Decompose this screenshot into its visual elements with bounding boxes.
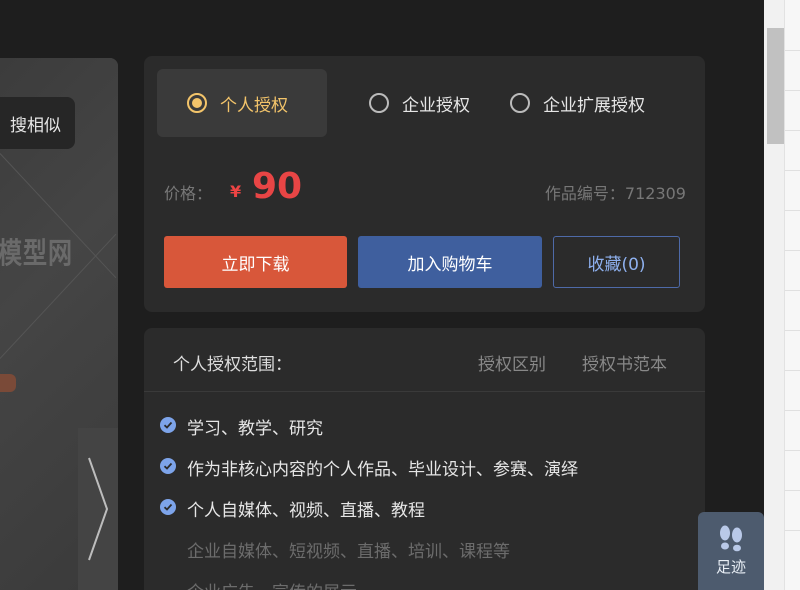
price-label: 价格： <box>164 184 213 203</box>
watermark: 模型网 <box>0 236 73 271</box>
chevron-right-icon <box>88 457 109 561</box>
license-difference-link[interactable]: 授权区别 <box>478 350 546 375</box>
price-value: 90 <box>252 166 303 207</box>
list-item: 作为非核心内容的个人作品、毕业设计、参赛、演绎 <box>160 455 578 496</box>
footprint-button[interactable]: 足迹 <box>698 512 764 590</box>
scope-item-text: 企业广告、宣传的展示 <box>187 578 357 590</box>
favorite-button[interactable]: 收藏(0) <box>553 236 680 288</box>
license-tabs: 个人授权 企业授权 企业扩展授权 <box>157 69 645 137</box>
tab-label: 个人授权 <box>220 95 288 116</box>
side-ruler <box>784 0 800 590</box>
radio-icon <box>369 93 389 113</box>
radio-icon <box>510 93 530 113</box>
check-icon <box>160 417 176 433</box>
scope-list: 学习、教学、研究 作为非核心内容的个人作品、毕业设计、参赛、演绎 个人自媒体、视… <box>160 414 578 590</box>
work-id: 作品编号：712309 <box>544 184 686 203</box>
page-scrollbar[interactable] <box>764 0 800 590</box>
footprint-label: 足迹 <box>715 558 746 576</box>
license-card: 个人授权 企业授权 企业扩展授权 价格： ¥ 90 作品编号：712309 立即… <box>144 56 705 312</box>
search-similar-button[interactable]: 搜相似 <box>0 97 75 149</box>
scrollbar-thumb[interactable] <box>767 28 784 144</box>
scope-item-text: 个人自媒体、视频、直播、教程 <box>187 501 425 521</box>
preview-image-panel[interactable]: 搜相似 模型网 <box>0 58 118 590</box>
scope-header: 个人授权范围： 授权区别 授权书范本 <box>144 328 705 392</box>
tab-enterprise-extended-license[interactable]: 企业扩展授权 <box>510 69 645 137</box>
tab-label: 企业扩展授权 <box>543 95 645 116</box>
footprints-icon <box>720 525 742 552</box>
currency-symbol: ¥ <box>230 182 242 201</box>
check-icon <box>160 458 176 474</box>
price-row: 价格： ¥ 90 作品编号：712309 <box>164 164 686 210</box>
list-item: 企业广告、宣传的展示 <box>160 578 578 590</box>
check-icon <box>160 499 176 515</box>
list-item: 个人自媒体、视频、直播、教程 <box>160 496 578 537</box>
list-item: 学习、教学、研究 <box>160 414 578 455</box>
download-button[interactable]: 立即下载 <box>164 236 347 288</box>
tab-personal-license[interactable]: 个人授权 <box>157 69 327 137</box>
scope-item-text: 作为非核心内容的个人作品、毕业设计、参赛、演绎 <box>187 460 578 480</box>
license-scope-card: 个人授权范围： 授权区别 授权书范本 学习、教学、研究 作为非核心内容的个人作品… <box>144 328 705 590</box>
tab-label: 企业授权 <box>402 95 470 116</box>
add-to-cart-button[interactable]: 加入购物车 <box>358 236 542 288</box>
list-item: 企业自媒体、短视频、直播、培训、课程等 <box>160 537 578 578</box>
scope-item-text: 企业自媒体、短视频、直播、培训、课程等 <box>187 542 510 562</box>
tab-enterprise-license[interactable]: 企业授权 <box>369 69 470 137</box>
license-sample-link[interactable]: 授权书范本 <box>582 350 667 375</box>
model-preview <box>0 374 16 392</box>
radio-selected-icon <box>187 93 207 113</box>
scope-item-text: 学习、教学、研究 <box>187 419 323 439</box>
next-image-button[interactable] <box>78 428 118 590</box>
scope-title: 个人授权范围： <box>173 355 292 375</box>
